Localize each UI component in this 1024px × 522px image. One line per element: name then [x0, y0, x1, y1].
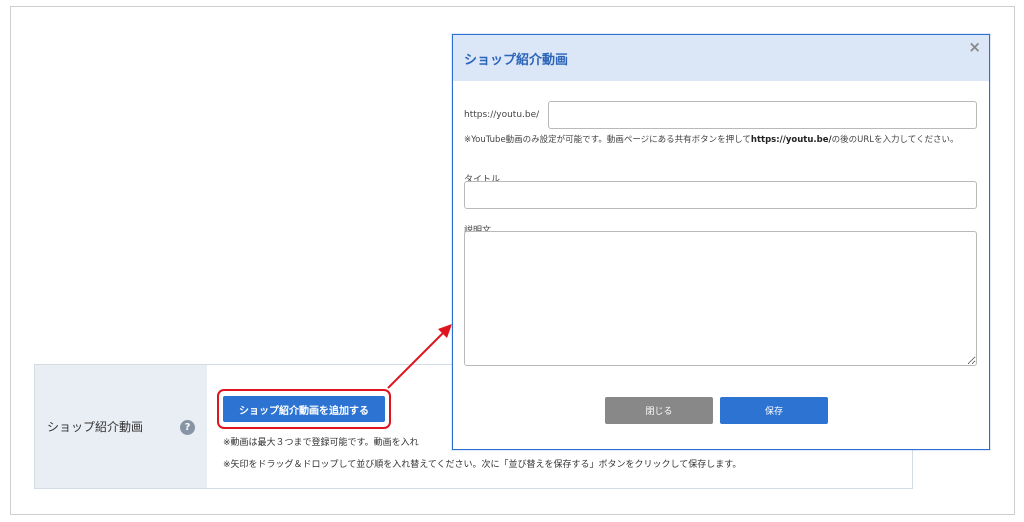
description-textarea[interactable]	[464, 231, 977, 366]
modal-save-button[interactable]: 保存	[720, 397, 828, 424]
add-shop-video-button[interactable]: ショップ紹介動画を追加する	[223, 396, 385, 422]
modal-title: ショップ紹介動画	[464, 52, 569, 68]
url-prefix-label: https://youtu.be/	[464, 110, 540, 120]
help-question-icon[interactable]: ?	[180, 420, 195, 435]
modal-close-button[interactable]: 閉じる	[605, 397, 713, 424]
youtube-hint-text: ※YouTube動画のみ設定が可能です。動画ページにある共有ボタンを押してhtt…	[464, 134, 980, 146]
modal-body: https://youtu.be/ ※YouTube動画のみ設定が可能です。動画…	[453, 81, 989, 449]
max-videos-note: ※動画は最大３つまで登録可能です。動画を入れ	[223, 438, 419, 448]
shop-video-modal: ショップ紹介動画 × https://youtu.be/ ※YouTube動画の…	[452, 34, 990, 450]
hint-part-2: の後のURLを入力してください。	[831, 135, 959, 145]
row-label-cell: ショップ紹介動画 ?	[35, 365, 207, 488]
title-input[interactable]	[464, 181, 977, 209]
reorder-note: ※矢印をドラッグ＆ドロップして並び順を入れ替えてください。次に「並び替えを保存す…	[223, 460, 742, 470]
close-icon[interactable]: ×	[968, 40, 981, 55]
youtube-url-input[interactable]	[548, 101, 977, 129]
hint-bold-url: https://youtu.be/	[750, 135, 832, 145]
modal-header: ショップ紹介動画 ×	[453, 35, 989, 81]
row-label-text: ショップ紹介動画	[47, 420, 144, 434]
hint-part-1: ※YouTube動画のみ設定が可能です。動画ページにある共有ボタンを押して	[464, 135, 751, 145]
